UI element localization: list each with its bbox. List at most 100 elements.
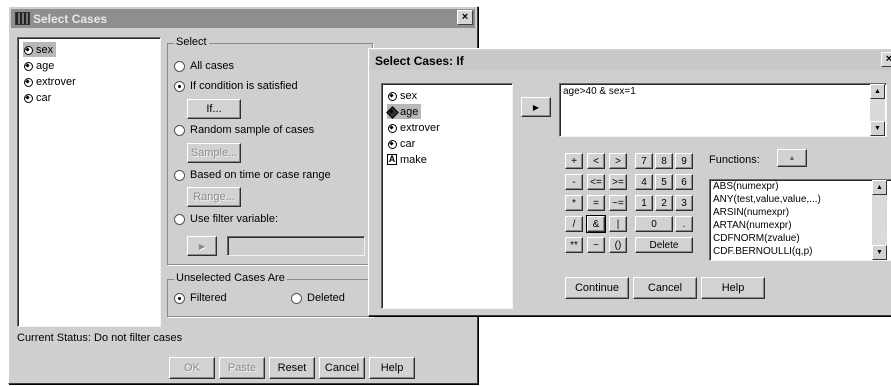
scroll-up-icon[interactable]: ▲	[870, 84, 885, 99]
key-and[interactable]: &	[586, 215, 606, 233]
function-item[interactable]: ARTAN(numexpr)	[710, 219, 891, 232]
functions-label: Functions:	[709, 154, 760, 166]
key-minus[interactable]: -	[565, 174, 583, 190]
reset-button[interactable]: Reset	[269, 357, 315, 379]
key-less[interactable]: <	[587, 153, 605, 169]
continue-button[interactable]: Continue	[565, 277, 629, 299]
key-parentheses[interactable]: ()	[609, 237, 627, 253]
variable-item-extrover[interactable]: extrover	[23, 74, 79, 89]
condition-expression-text[interactable]: age>40 & sex=1	[563, 86, 636, 97]
radio-all-cases[interactable]: All cases	[174, 60, 234, 72]
key-or[interactable]: |	[609, 216, 627, 232]
select-cases-if-dialog: Select Cases: If × sex age extrover car …	[368, 48, 891, 316]
radio-filter-variable[interactable]: Use filter variable:	[174, 213, 278, 225]
radio-if-condition[interactable]: If condition is satisfied	[174, 80, 298, 92]
radio-button[interactable]	[174, 124, 185, 136]
variable-label: age	[36, 59, 55, 72]
range-button[interactable]: Range...	[187, 187, 241, 207]
condition-expression-box[interactable]: age>40 & sex=1 ▲ ▼	[559, 83, 887, 137]
key-multiply[interactable]: *	[565, 195, 583, 211]
key-delete[interactable]: Delete	[635, 237, 693, 253]
radio-button[interactable]	[174, 213, 185, 225]
cancel-button[interactable]: Cancel	[319, 357, 365, 379]
filter-variable-field[interactable]	[227, 236, 365, 256]
sample-button[interactable]: Sample...	[187, 143, 241, 163]
radio-button-selected[interactable]	[174, 80, 185, 92]
key-9[interactable]: 9	[675, 153, 693, 169]
if-dialog-titlebar[interactable]: Select Cases: If ×	[371, 51, 891, 70]
key-less-equal[interactable]: <=	[587, 174, 605, 190]
key-1[interactable]: 1	[635, 195, 653, 211]
key-5[interactable]: 5	[655, 174, 673, 190]
key-divide[interactable]: /	[565, 216, 583, 232]
ok-button[interactable]: OK	[169, 357, 215, 379]
if-button[interactable]: If...	[187, 99, 241, 119]
variable-item-sex[interactable]: sex	[387, 88, 420, 103]
functions-list[interactable]: ABS(numexpr) ANY(test,value,value,...) A…	[709, 179, 891, 261]
key-8[interactable]: 8	[655, 153, 673, 169]
arrow-right-icon: ▶	[198, 241, 206, 251]
function-item[interactable]: CDF.BERNOULLI(q,p)	[710, 245, 891, 258]
key-decimal[interactable]: .	[675, 216, 693, 232]
key-3[interactable]: 3	[675, 195, 693, 211]
paste-button[interactable]: Paste	[219, 357, 265, 379]
radio-button-selected[interactable]	[174, 292, 185, 304]
key-equal[interactable]: =	[587, 195, 605, 211]
select-cases-titlebar[interactable]: Select Cases ×	[11, 9, 475, 28]
function-item[interactable]: ARSIN(numexpr)	[710, 206, 891, 219]
scroll-down-icon[interactable]: ▼	[870, 121, 885, 136]
key-6[interactable]: 6	[675, 174, 693, 190]
numeric-variable-icon	[387, 107, 397, 117]
variable-item-age[interactable]: age	[387, 104, 422, 119]
radio-button[interactable]	[174, 60, 185, 72]
help-button[interactable]: Help	[369, 357, 415, 379]
close-icon[interactable]: ×	[881, 52, 891, 67]
numeric-variable-icon	[23, 93, 33, 103]
source-variable-list[interactable]: sex age extrover car	[17, 37, 161, 327]
key-7[interactable]: 7	[635, 153, 653, 169]
variable-item-car[interactable]: car	[23, 90, 54, 105]
function-item[interactable]: CDFNORM(zvalue)	[710, 232, 891, 245]
scroll-down-icon[interactable]: ▼	[872, 245, 887, 260]
variable-item-car[interactable]: car	[387, 136, 418, 151]
variable-item-extrover[interactable]: extrover	[387, 120, 443, 135]
help-button[interactable]: Help	[701, 277, 765, 299]
move-to-filter-button[interactable]: ▶	[187, 236, 217, 256]
variable-item-age[interactable]: age	[23, 58, 57, 73]
key-4[interactable]: 4	[635, 174, 653, 190]
functions-scrollbar[interactable]: ▲ ▼	[872, 180, 887, 260]
key-greater-equal[interactable]: >=	[609, 174, 627, 190]
key-not-equal[interactable]: ~=	[609, 195, 627, 211]
key-plus[interactable]: +	[565, 153, 583, 169]
expression-scrollbar[interactable]: ▲ ▼	[870, 84, 885, 136]
if-variable-list[interactable]: sex age extrover car A make	[381, 83, 513, 309]
radio-filtered[interactable]: Filtered	[174, 292, 227, 304]
move-variable-button[interactable]: ▶	[521, 97, 551, 117]
current-status-text: Current Status: Do not filter cases	[17, 332, 183, 344]
radio-label: Use filter variable:	[190, 213, 279, 225]
insert-function-button[interactable]: ▲	[777, 149, 807, 167]
scroll-up-icon[interactable]: ▲	[872, 180, 887, 195]
radio-random-sample[interactable]: Random sample of cases	[174, 124, 314, 136]
close-icon[interactable]: ×	[457, 10, 473, 25]
radio-deleted[interactable]: Deleted	[291, 292, 345, 304]
function-item[interactable]: ANY(test,value,value,...)	[710, 193, 891, 206]
radio-label: If condition is satisfied	[190, 80, 298, 92]
key-not[interactable]: ~	[587, 237, 605, 253]
key-2[interactable]: 2	[655, 195, 673, 211]
radio-time-range[interactable]: Based on time or case range	[174, 169, 331, 181]
radio-label: Random sample of cases	[190, 124, 315, 136]
radio-button[interactable]	[174, 169, 185, 181]
key-greater[interactable]: >	[609, 153, 627, 169]
variable-item-sex[interactable]: sex	[23, 42, 57, 57]
variable-label: car	[36, 91, 52, 104]
key-0[interactable]: 0	[635, 216, 673, 232]
select-group-label: Select	[174, 36, 209, 48]
variable-item-make[interactable]: A make	[387, 152, 430, 167]
function-item[interactable]: ABS(numexpr)	[710, 180, 891, 193]
cancel-button[interactable]: Cancel	[633, 277, 697, 299]
key-power[interactable]: **	[565, 237, 583, 253]
radio-button[interactable]	[291, 292, 302, 304]
variable-label: extrover	[36, 75, 76, 88]
variable-label: make	[400, 153, 427, 166]
